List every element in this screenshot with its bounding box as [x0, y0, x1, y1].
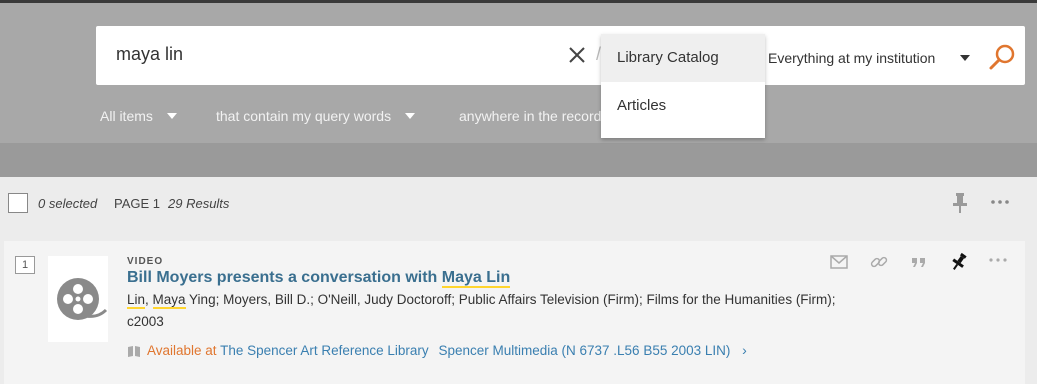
pin-icon: [952, 252, 967, 270]
clear-search-button[interactable]: [566, 44, 588, 66]
pin-query-button[interactable]: [950, 192, 970, 214]
scope-dropdown-menu: Library Catalog Articles: [601, 34, 765, 138]
filter-search-field[interactable]: anywhere in the record: [459, 108, 601, 126]
chevron-down-icon: [166, 113, 177, 119]
email-icon: [830, 255, 848, 269]
author-separator: ,: [145, 292, 153, 307]
film-reel-icon: [57, 278, 108, 320]
citation-button[interactable]: [909, 252, 929, 272]
search-input[interactable]: maya lin: [116, 44, 183, 65]
availability-location[interactable]: Spencer Multimedia (N 6737 .L56 B55 2003…: [438, 343, 730, 358]
availability-library[interactable]: The Spencer Art Reference Library: [220, 343, 429, 358]
pin-result-button[interactable]: [949, 252, 969, 272]
results-count: 29 Results: [168, 196, 230, 211]
selected-count: 0 selected: [38, 196, 98, 211]
search-button[interactable]: [988, 43, 1016, 71]
result-index: 1: [15, 256, 35, 274]
scope-label: Everything at my institution: [768, 50, 936, 66]
dropdown-option-library-catalog[interactable]: Library Catalog: [601, 34, 765, 82]
filter-label: anywhere in the record: [459, 108, 602, 124]
result-date: c2003: [127, 314, 164, 329]
close-icon: [569, 47, 585, 63]
select-all-checkbox[interactable]: [8, 193, 28, 213]
chevron-right-icon[interactable]: ›: [742, 342, 747, 358]
author-rest: Ying; Moyers, Bill D.; O'Neill, Judy Doc…: [185, 292, 836, 307]
filter-match-type[interactable]: that contain my query words: [216, 108, 416, 126]
author-highlight: Maya: [152, 292, 186, 309]
author-highlight: Lin: [127, 292, 146, 309]
page-indicator: PAGE 1: [114, 196, 161, 211]
email-button[interactable]: [829, 252, 849, 272]
quote-icon: [912, 258, 925, 267]
result-thumbnail[interactable]: [48, 256, 108, 342]
result-authors: Lin, Maya Ying; Moyers, Bill D.; O'Neill…: [127, 292, 836, 309]
divider-strip: [0, 143, 1037, 177]
dropdown-option-articles[interactable]: Articles: [601, 82, 765, 130]
more-options-button[interactable]: [990, 192, 1010, 212]
more-icon: [991, 200, 1009, 204]
title-text: Bill Moyers presents a conversation with: [127, 269, 442, 286]
link-icon: [870, 256, 888, 268]
result-title[interactable]: Bill Moyers presents a conversation with…: [127, 269, 511, 288]
filter-label: that contain my query words: [216, 108, 392, 124]
result-more-options-button[interactable]: [988, 252, 1008, 272]
book-icon: [127, 345, 141, 360]
more-icon: [989, 258, 1007, 262]
title-highlight: Maya Lin: [441, 269, 511, 288]
pin-icon: [953, 193, 967, 213]
result-type: VIDEO: [127, 256, 164, 267]
availability-line[interactable]: Available at The Spencer Art Reference L…: [127, 342, 747, 360]
filter-material-type[interactable]: All items: [100, 108, 177, 126]
filter-label: All items: [100, 108, 153, 124]
chevron-down-icon: [960, 55, 970, 61]
search-icon: [989, 44, 1015, 70]
availability-status: Available at: [147, 343, 217, 358]
scope-select[interactable]: Everything at my institution: [768, 46, 978, 70]
chevron-down-icon: [405, 113, 416, 119]
permalink-button[interactable]: [869, 252, 889, 272]
